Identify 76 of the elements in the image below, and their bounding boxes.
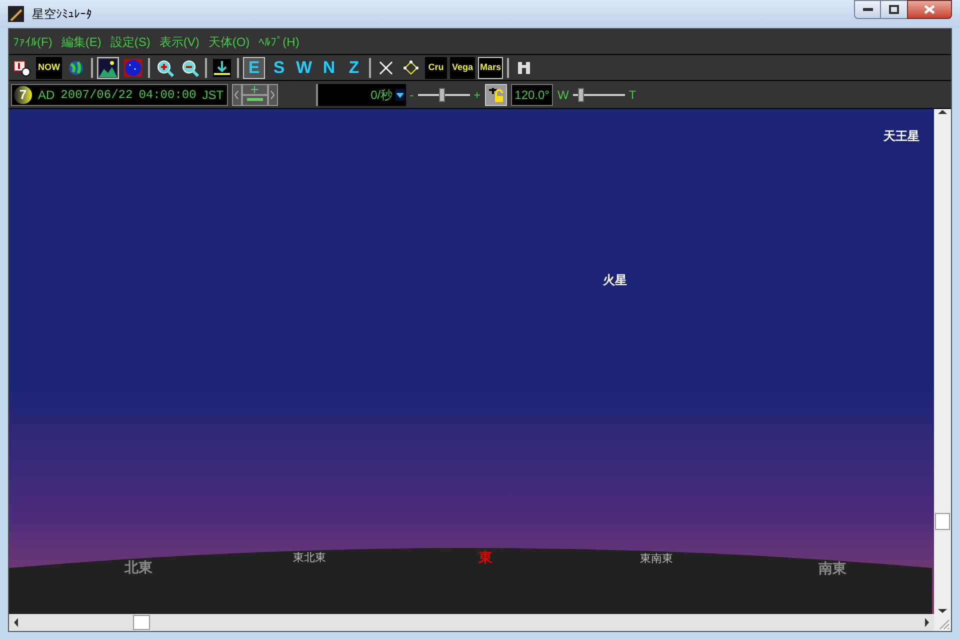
menu-item[interactable]: 表示(V): [159, 32, 200, 50]
calendar-clock-icon: [13, 58, 31, 76]
left-arrow-icon: [13, 618, 19, 627]
cross-lines-icon: [377, 58, 395, 76]
era-text: AD: [38, 86, 55, 104]
toolbar-button[interactable]: NOW: [36, 56, 62, 78]
field-of-view-value[interactable]: 120.0°: [510, 84, 554, 106]
maximize-icon: [889, 5, 899, 14]
speed-dropdown[interactable]: 0/秒: [316, 84, 406, 106]
scroll-thumb[interactable]: [133, 615, 150, 630]
right-caret-icon: [270, 90, 276, 100]
speed-slider[interactable]: [418, 86, 470, 104]
direction-button[interactable]: E: [243, 56, 265, 78]
toolbar-button[interactable]: [211, 56, 233, 78]
zoom-out-icon: [181, 58, 199, 76]
constellation-icon: [402, 58, 420, 76]
compass-direction-label: 東北東: [293, 550, 326, 566]
slower-label: -: [410, 86, 414, 104]
direction-button[interactable]: W: [293, 56, 315, 78]
toolbar-button[interactable]: Mars: [478, 56, 504, 78]
speed-value: 0/秒: [370, 86, 393, 104]
zoom-in-icon: [156, 58, 174, 76]
toolbar-button[interactable]: Vega: [450, 56, 476, 78]
wide-label: W: [557, 86, 569, 104]
direction-button[interactable]: S: [268, 56, 290, 78]
size-grip-icon[interactable]: [934, 614, 951, 631]
sky-view[interactable]: 天王星 火星 北東 東北東 東 東南東 南東: [9, 109, 934, 614]
close-button[interactable]: [907, 0, 952, 19]
menu-item[interactable]: 設定(S): [110, 32, 150, 50]
timezone-text: JST: [202, 86, 224, 104]
maximize-button[interactable]: [881, 0, 907, 19]
compass-direction-label: 東南東: [640, 552, 673, 566]
plus-icon: [251, 86, 258, 92]
left-caret-icon: [234, 90, 240, 100]
menu-item[interactable]: ﾍﾙﾌﾟ(H): [258, 32, 300, 50]
lock-icon: [488, 86, 504, 102]
slider-thumb[interactable]: [578, 88, 584, 102]
window-title: 星空ｼﾐｭﾚｰﾀ: [32, 6, 92, 23]
faster-label: +: [474, 86, 481, 104]
globe-icon: [67, 58, 85, 76]
down-arrow-icon: [938, 608, 947, 614]
lock-button[interactable]: [484, 84, 507, 106]
celestial-label[interactable]: 天王星: [884, 126, 920, 145]
star-sphere-icon: [124, 58, 142, 76]
toolbar-button[interactable]: [97, 56, 119, 78]
date-text: 2007/06/22: [60, 86, 133, 104]
up-arrow-icon: [938, 109, 947, 115]
night-landscape-icon: [99, 58, 117, 76]
horizontal-scrollbar[interactable]: [9, 614, 934, 631]
menu-item[interactable]: 編集(E): [61, 32, 102, 50]
celestial-label[interactable]: 火星: [602, 270, 627, 289]
direction-button[interactable]: N: [318, 56, 340, 78]
time-display[interactable]: 7 AD 2007/06/22 04:00:00 JST: [11, 84, 228, 106]
menu-item[interactable]: ﾌｧｲﾙ(F): [13, 32, 52, 50]
compass-direction-label: 東: [478, 548, 492, 567]
zoom-slider[interactable]: [572, 86, 625, 104]
compass-direction-label: 南東: [818, 559, 846, 578]
step-forward-button[interactable]: [268, 84, 278, 106]
clock-badge: 7: [14, 86, 32, 104]
slider-thumb[interactable]: [438, 88, 445, 102]
close-icon: [924, 5, 935, 14]
dropdown-caret-icon: [394, 88, 405, 100]
compass-direction-label: 北東: [124, 558, 152, 577]
minus-icon: [246, 98, 263, 102]
right-arrow-icon: [924, 618, 930, 627]
toolbar-button[interactable]: Cru: [425, 56, 447, 78]
step-back-button[interactable]: [232, 84, 242, 106]
tele-label: T: [628, 86, 636, 104]
minimize-icon: [862, 8, 872, 12]
minimize-button[interactable]: [854, 0, 881, 19]
scroll-thumb[interactable]: [935, 513, 950, 530]
menu-item[interactable]: 天体(O): [208, 32, 250, 50]
direction-button[interactable]: Z: [343, 56, 365, 78]
time-text: 04:00:00: [138, 86, 196, 104]
increment-button[interactable]: [242, 84, 268, 94]
vertical-scrollbar[interactable]: [934, 109, 951, 614]
